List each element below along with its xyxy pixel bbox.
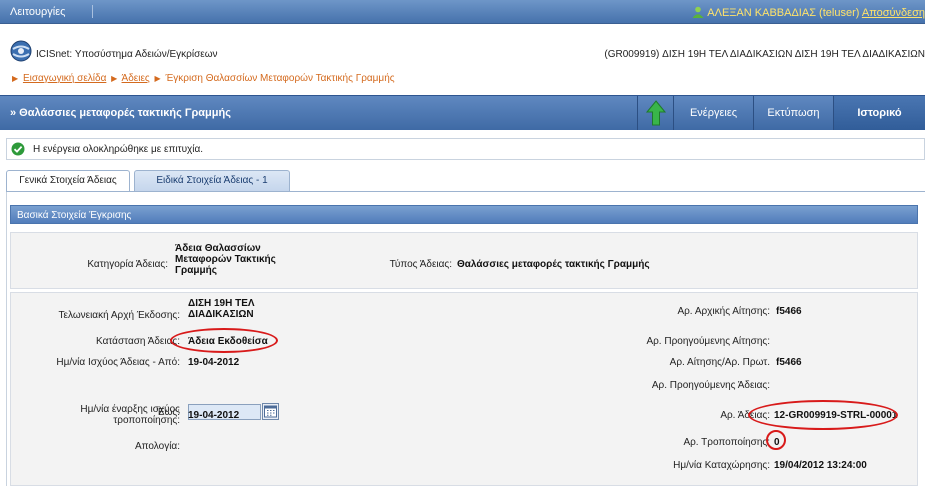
mod-start-label: Ημ/νία έναρξης ισχύος τροποποίησης: <box>80 404 180 426</box>
application-protocol-value: f5466 <box>776 357 802 368</box>
breadcrumb: ▶ Εισαγωγική σελίδα ▶ Άδειες ▶ Έγκριση Θ… <box>10 73 395 84</box>
customs-office-value: ΔΙΣΗ 19Η ΤΕΛ ΔΙΑΔΙΚΑΣΙΩΝ <box>188 298 255 320</box>
print-button[interactable]: Εκτύπωση <box>753 96 833 130</box>
valid-from-label: Ημ/νία Ισχύος Άδειας - Από: <box>56 357 180 368</box>
user-info: ΑΛΕΞΑΝ ΚΑΒΒΑΔΙΑΣ (teluser) Αποσύνδεση <box>692 6 925 19</box>
breadcrumb-arrow-icon: ▶ <box>12 74 19 83</box>
menu-separator <box>92 5 93 18</box>
breadcrumb-licenses[interactable]: Άδειες <box>122 73 150 84</box>
type-label: Τύπος Άδειας: <box>389 259 452 270</box>
status-highlight-ring <box>170 328 278 353</box>
page-title: » Θαλάσσιες μεταφορές τακτικής Γραμμής <box>10 107 231 119</box>
app-name: ICISnet: Υποσύστημα Αδειών/Εγκρίσεων <box>36 49 218 60</box>
success-message-text: Η ενέργεια ολοκληρώθηκε με επιτυχία. <box>33 144 204 155</box>
reason-label: Απολογία: <box>135 441 180 452</box>
registration-date-value: 19/04/2012 13:24:00 <box>774 460 867 471</box>
tab-general-details[interactable]: Γενικά Στοιχεία Άδειας <box>6 170 130 192</box>
history-button[interactable]: Ιστορικό <box>833 96 925 130</box>
valid-from-value: 19-04-2012 <box>188 357 240 368</box>
calendar-icon[interactable] <box>262 403 279 420</box>
application-protocol-label: Αρ. Αίτησης/Αρ. Πρωτ. <box>669 357 770 368</box>
modification-number-highlight-ring <box>766 430 786 450</box>
go-up-button[interactable] <box>637 96 673 130</box>
green-arrow-up-icon <box>645 100 666 126</box>
page-title-bar: » Θαλάσσιες μεταφορές τακτικής Γραμμής Ε… <box>0 95 925 130</box>
original-application-label: Αρ. Αρχικής Αίτησης: <box>677 306 770 317</box>
type-value: Θαλάσσιες μεταφορές τακτικής Γραμμής <box>457 259 650 270</box>
customs-office-info: (GR009919) ΔΙΣΗ 19Η ΤΕΛ ΔΙΑΔΙΚΑΣΙΩΝ ΔΙΣΗ… <box>604 49 925 60</box>
actions-button[interactable]: Ενέργειες <box>673 96 753 130</box>
user-name: ΑΛΕΞΑΝ ΚΑΒΒΑΔΙΑΣ (teluser) <box>707 7 860 19</box>
breadcrumb-arrow-icon: ▶ <box>154 74 161 83</box>
icisnet-logo-icon <box>10 40 32 62</box>
logout-link[interactable]: Αποσύνδεση <box>862 7 925 19</box>
operations-menu[interactable]: Λειτουργίες <box>10 6 65 18</box>
category-value: Άδεια Θαλασσίων Μεταφορών Τακτικής Γραμμ… <box>175 243 276 276</box>
breadcrumb-current: Έγκριση Θαλασσίων Μεταφορών Τακτικής Γρα… <box>165 73 395 84</box>
customs-office-label: Τελωνειακή Αρχή Έκδοσης: <box>58 310 181 321</box>
breadcrumb-arrow-icon: ▶ <box>111 74 118 83</box>
breadcrumb-home[interactable]: Εισαγωγική σελίδα <box>23 73 106 84</box>
original-application-value: f5466 <box>776 306 802 317</box>
previous-license-label: Αρ. Προηγούμενης Άδειας: <box>651 380 770 391</box>
registration-date-label: Ημ/νία Καταχώρησης: <box>673 460 770 471</box>
section-header: Βασικά Στοιχεία Έγκρισης <box>10 205 918 224</box>
mod-start-value: 19-04-2012 <box>188 410 240 421</box>
user-icon <box>692 6 704 18</box>
status-label: Κατάσταση Άδειας: <box>96 336 180 347</box>
top-menu-bar: Λειτουργίες ΑΛΕΞΑΝ ΚΑΒΒΑΔΙΑΣ (teluser) Α… <box>0 0 925 24</box>
category-label: Κατηγορία Άδειας: <box>87 259 168 270</box>
success-message-box: Η ενέργεια ολοκληρώθηκε με επιτυχία. <box>6 138 925 160</box>
previous-application-label: Αρ. Προηγούμενης Αίτησης: <box>646 336 770 347</box>
license-details-box <box>10 292 918 486</box>
modification-number-label: Αρ. Τροποποίησης: <box>683 437 770 448</box>
success-check-icon <box>11 142 25 156</box>
tab-specific-details[interactable]: Ειδικά Στοιχεία Άδειας - 1 <box>134 170 290 192</box>
app-header: ICISnet: Υποσύστημα Αδειών/Εγκρίσεων (GR… <box>0 24 925 94</box>
license-number-highlight-ring <box>748 400 898 430</box>
